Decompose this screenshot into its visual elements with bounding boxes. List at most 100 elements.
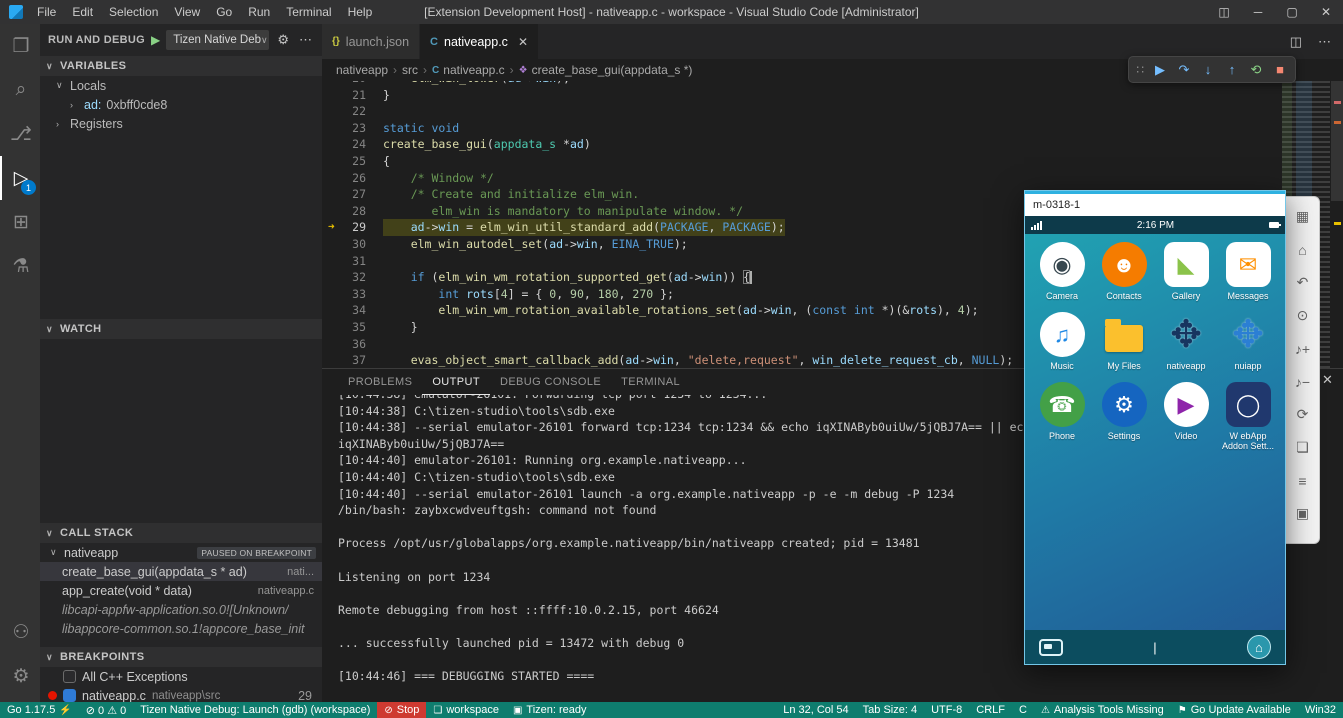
panel-tab-output[interactable]: OUTPUT [422,369,490,395]
debug-session-row[interactable]: ∨ nativeapp PAUSED ON BREAKPOINT [40,543,322,562]
home-icon[interactable]: ⌂ [1291,238,1315,261]
volume-up-icon[interactable]: ♪+ [1291,337,1315,360]
menu-help[interactable]: Help [340,0,381,24]
app-nativeapp[interactable]: ✥nativeapp [1155,312,1217,371]
drag-handle-icon[interactable]: ∷ [1133,63,1147,77]
cursor-position[interactable]: Ln 32, Col 54 [776,702,855,718]
code-line[interactable]: 24create_base_gui(appdata_s *ad) [322,136,1343,153]
more-actions-icon[interactable]: ⋯ [1318,34,1331,50]
minimize-icon[interactable]: ─ [1241,0,1275,24]
problems-status[interactable]: ⊘ 0 ⚠ 0 [79,702,133,718]
power-icon[interactable]: ⊙ [1291,304,1315,327]
layout-icon[interactable]: ◫ [1207,0,1241,24]
close-icon[interactable]: ✕ [1322,372,1333,388]
tab-size[interactable]: Tab Size: 4 [856,702,924,718]
variables-section-header[interactable]: ∨ VARIABLES [40,56,322,76]
line-number[interactable]: 36 [322,336,383,353]
menu-view[interactable]: View [166,0,208,24]
app-w-ebapp-addon-sett-[interactable]: ◯W ebApp Addon Sett... [1217,382,1279,451]
line-number[interactable]: 30 [322,236,383,253]
breadcrumb-item[interactable]: nativeapp [336,63,388,77]
controls-icon[interactable]: ≡ [1291,469,1315,492]
tab-nativeapp.c[interactable]: Cnativeapp.c✕ [420,24,539,59]
step-into-button[interactable]: ↓ [1197,59,1219,81]
step-over-button[interactable]: ↷ [1173,59,1195,81]
app-nuiapp[interactable]: ✥nuiapp [1217,312,1279,371]
line-number[interactable]: 25 [322,153,383,170]
stop-button[interactable]: ■ [1269,59,1291,81]
rotate-icon[interactable]: ⟳ [1291,403,1315,426]
checkbox[interactable] [63,689,76,702]
volume-down-icon[interactable]: ♪− [1291,370,1315,393]
menu-selection[interactable]: Selection [101,0,166,24]
split-editor-icon[interactable]: ◫ [1290,34,1302,50]
app-messages[interactable]: ✉Messages [1217,242,1279,301]
line-number[interactable]: 29➜ [322,219,383,236]
extensions-icon[interactable]: ⊞ [0,200,40,244]
line-number[interactable]: 21 [322,87,383,104]
variable-ad[interactable]: ›ad:0xbff0cde8 [40,95,322,114]
panel-tab-debug-console[interactable]: DEBUG CONSOLE [490,369,611,395]
tizen-emulator-window[interactable]: m-0318-1 2:16 PM ◉Camera☻Contacts◣Galler… [1024,190,1286,665]
manage-gear-icon[interactable]: ⚙ [0,654,40,698]
variables-locals[interactable]: ∨Locals [40,76,322,95]
shell-icon[interactable]: ❏ [1291,436,1315,459]
line-number[interactable]: 37 [322,352,383,368]
breadcrumb-item[interactable]: Cnativeapp.c [432,63,505,77]
line-number[interactable]: 35 [322,319,383,336]
app-music[interactable]: ♫Music [1031,312,1093,371]
breakpoints-section-header[interactable]: ∨ BREAKPOINTS [40,647,322,667]
go-version[interactable]: Go 1.17.5⚡ [0,702,79,718]
app-gallery[interactable]: ◣Gallery [1155,242,1217,301]
menu-file[interactable]: File [29,0,64,24]
app-phone[interactable]: ☎Phone [1031,382,1093,451]
code-line[interactable]: 25{ [322,153,1343,170]
line-number[interactable]: 26 [322,170,383,187]
start-debugging-button[interactable]: ▶ [151,33,160,47]
code-line[interactable]: 26 /* Window */ [322,170,1343,187]
stack-frame[interactable]: app_create(void * data)nativeapp.c [40,581,322,600]
source-control-icon[interactable]: ⎇ [0,112,40,156]
breadcrumb-item[interactable]: src [402,63,418,77]
line-number[interactable]: 34 [322,302,383,319]
analysis-tools-missing[interactable]: ⚠Analysis Tools Missing [1034,702,1171,718]
panel-tab-terminal[interactable]: TERMINAL [611,369,690,395]
line-number[interactable]: 32 [322,269,383,286]
restart-button[interactable]: ⟲ [1245,59,1267,81]
back-icon[interactable]: ↶ [1291,271,1315,294]
menu-edit[interactable]: Edit [64,0,101,24]
stop-status-button[interactable]: ⊘Stop [377,702,426,718]
search-icon[interactable]: ⌕ [0,68,40,112]
eol-selector[interactable]: CRLF [969,702,1012,718]
app-video[interactable]: ▶Video [1155,382,1217,451]
menu-terminal[interactable]: Terminal [278,0,339,24]
home-button[interactable]: ⌂ [1247,635,1271,659]
scrollbar[interactable] [1331,81,1343,368]
debug-gear-icon[interactable]: ⚙ [275,32,291,48]
tab-launch.json[interactable]: {}launch.json [322,24,420,59]
scrollbar-handle[interactable] [1331,81,1343,201]
app-contacts[interactable]: ☻Contacts [1093,242,1155,301]
test-explorer-icon[interactable]: ⚗ [0,244,40,288]
breadcrumb-item[interactable]: ❖create_base_gui(appdata_s *) [519,63,693,77]
app-camera[interactable]: ◉Camera [1031,242,1093,301]
line-number[interactable]: 33 [322,286,383,303]
line-number[interactable]: 31 [322,253,383,270]
account-icon[interactable]: ⚇ [0,610,40,654]
code-line[interactable]: 21} [322,87,1343,104]
app-settings[interactable]: ⚙Settings [1093,382,1155,451]
menu-run[interactable]: Run [240,0,278,24]
tizen-debug-config[interactable]: Tizen Native Debug: Launch (gdb) (worksp… [133,702,377,718]
close-icon[interactable]: ✕ [518,35,528,49]
platform[interactable]: Win32 [1298,702,1343,718]
continue-button[interactable]: ▶ [1149,59,1171,81]
apps-grid-icon[interactable]: ▦ [1291,205,1315,228]
line-number[interactable]: 23 [322,120,383,137]
breakpoint-item[interactable]: All C++ Exceptions [40,667,322,686]
tizen-ready-status[interactable]: ▣Tizen: ready [506,702,594,718]
close-icon[interactable]: ✕ [1309,0,1343,24]
code-line[interactable]: 22 [322,103,1343,120]
panel-tab-problems[interactable]: PROBLEMS [338,369,422,395]
emulator-title-bar[interactable]: m-0318-1 [1025,191,1285,216]
go-update-available[interactable]: ⚑Go Update Available [1171,702,1298,718]
